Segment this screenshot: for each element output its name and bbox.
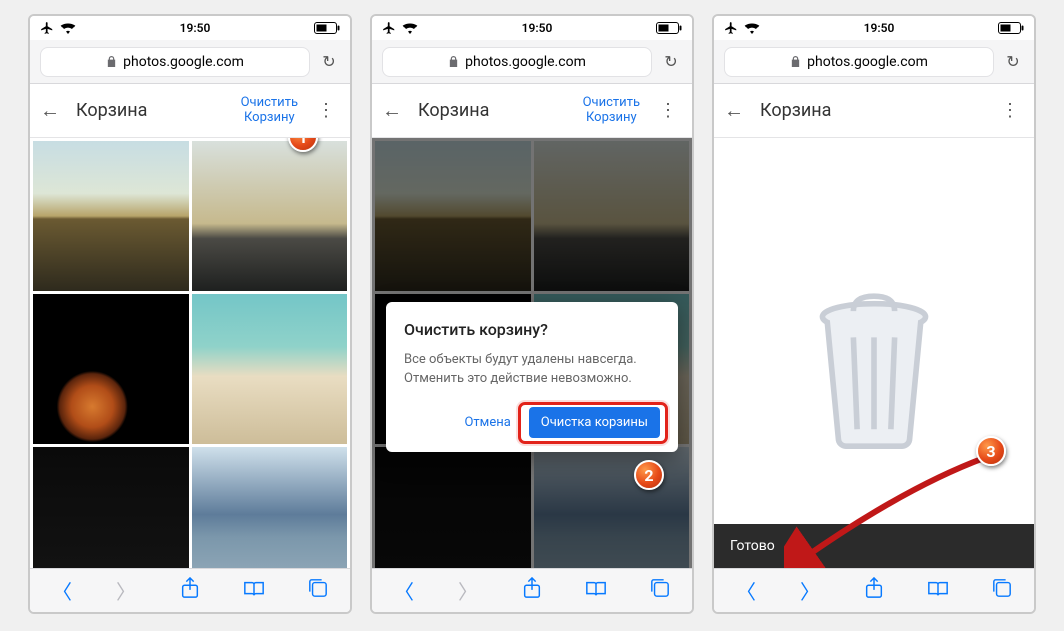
empty-trash-view: Готово 3 xyxy=(714,138,1034,568)
url-field[interactable]: photos.google.com xyxy=(40,47,310,77)
bookmarks-icon[interactable] xyxy=(923,579,953,603)
app-header: ← Корзина Очистить Корзину ⋮ xyxy=(372,84,692,138)
dialog-body: Все объекты будут удалены навсегда. Отме… xyxy=(404,351,660,389)
clear-trash-link[interactable]: Очистить Корзину xyxy=(577,94,646,128)
status-bar: 19:50 xyxy=(372,16,692,40)
safari-toolbar: 〈 〉 xyxy=(714,568,1034,612)
clock: 19:50 xyxy=(76,21,314,35)
url-text: photos.google.com xyxy=(807,54,928,70)
photo-thumb[interactable] xyxy=(192,447,348,568)
page-title: Корзина xyxy=(418,100,489,121)
battery-icon xyxy=(314,22,340,34)
clear-trash-link[interactable]: Очистить Корзину xyxy=(235,94,304,128)
more-icon[interactable]: ⋮ xyxy=(654,100,682,121)
url-text: photos.google.com xyxy=(123,54,244,70)
back-icon[interactable]: ← xyxy=(724,98,752,123)
reload-icon[interactable]: ↻ xyxy=(660,52,682,71)
wifi-icon xyxy=(60,22,76,34)
back-icon[interactable]: ← xyxy=(40,98,68,123)
phone-screen-2: 19:50 photos.google.com ↻ ← Корзина Очис… xyxy=(370,14,694,614)
battery-icon xyxy=(998,22,1024,34)
url-field[interactable]: photos.google.com xyxy=(724,47,994,77)
clock: 19:50 xyxy=(418,21,656,35)
back-icon[interactable]: ← xyxy=(382,98,410,123)
trash-illustration xyxy=(799,288,949,458)
toast-text: Готово xyxy=(730,538,775,554)
photo-thumb[interactable] xyxy=(33,141,189,291)
tabs-icon[interactable] xyxy=(303,578,333,603)
bookmarks-icon[interactable] xyxy=(239,579,269,603)
app-header: ← Корзина Очистить Корзину ⋮ xyxy=(30,84,350,138)
airplane-icon xyxy=(724,21,738,35)
nav-back-icon[interactable]: 〈 xyxy=(731,576,761,605)
phone-screen-1: 19:50 photos.google.com ↻ ← Корзина Очис… xyxy=(28,14,352,614)
bookmarks-icon[interactable] xyxy=(581,579,611,603)
lock-icon xyxy=(790,55,801,68)
tabs-icon[interactable] xyxy=(987,578,1017,603)
nav-forward-icon: 〉 xyxy=(111,576,141,605)
photo-thumb[interactable] xyxy=(33,447,189,568)
status-bar: 19:50 xyxy=(714,16,1034,40)
cancel-button[interactable]: Отмена xyxy=(456,409,518,436)
share-icon[interactable] xyxy=(859,577,889,604)
trash-grid-dimmed: Очистить корзину? Все объекты будут удал… xyxy=(372,138,692,568)
reload-icon[interactable]: ↻ xyxy=(1002,52,1024,71)
browser-url-bar: photos.google.com ↻ xyxy=(30,40,350,84)
wifi-icon xyxy=(402,22,418,34)
lock-icon xyxy=(106,55,117,68)
more-icon[interactable]: ⋮ xyxy=(996,100,1024,121)
reload-icon[interactable]: ↻ xyxy=(318,52,340,71)
app-header: ← Корзина ⋮ xyxy=(714,84,1034,138)
airplane-icon xyxy=(40,21,54,35)
more-icon[interactable]: ⋮ xyxy=(312,100,340,121)
nav-back-icon[interactable]: 〈 xyxy=(47,576,77,605)
wifi-icon xyxy=(744,22,760,34)
safari-toolbar: 〈 〉 xyxy=(30,568,350,612)
nav-back-icon[interactable]: 〈 xyxy=(389,576,419,605)
page-title: Корзина xyxy=(760,100,831,121)
confirm-dialog: Очистить корзину? Все объекты будут удал… xyxy=(386,302,678,452)
photo-thumb[interactable] xyxy=(33,294,189,444)
clock: 19:50 xyxy=(760,21,998,35)
airplane-icon xyxy=(382,21,396,35)
photo-thumb[interactable] xyxy=(192,141,348,291)
nav-forward-icon[interactable]: 〉 xyxy=(795,576,825,605)
photo-thumb[interactable] xyxy=(192,294,348,444)
dialog-title: Очистить корзину? xyxy=(404,320,660,339)
safari-toolbar: 〈 〉 xyxy=(372,568,692,612)
toast: Готово xyxy=(714,524,1034,568)
url-text: photos.google.com xyxy=(465,54,586,70)
status-bar: 19:50 xyxy=(30,16,350,40)
page-title: Корзина xyxy=(76,100,147,121)
phone-screen-3: 19:50 photos.google.com ↻ ← Корзина ⋮ xyxy=(712,14,1036,614)
share-icon[interactable] xyxy=(517,577,547,604)
tabs-icon[interactable] xyxy=(645,578,675,603)
trash-grid: 1 xyxy=(30,138,350,568)
share-icon[interactable] xyxy=(175,577,205,604)
nav-forward-icon: 〉 xyxy=(453,576,483,605)
lock-icon xyxy=(448,55,459,68)
url-field[interactable]: photos.google.com xyxy=(382,47,652,77)
battery-icon xyxy=(656,22,682,34)
browser-url-bar: photos.google.com ↻ xyxy=(714,40,1034,84)
confirm-empty-button[interactable]: Очистка корзины xyxy=(529,407,660,438)
browser-url-bar: photos.google.com ↻ xyxy=(372,40,692,84)
